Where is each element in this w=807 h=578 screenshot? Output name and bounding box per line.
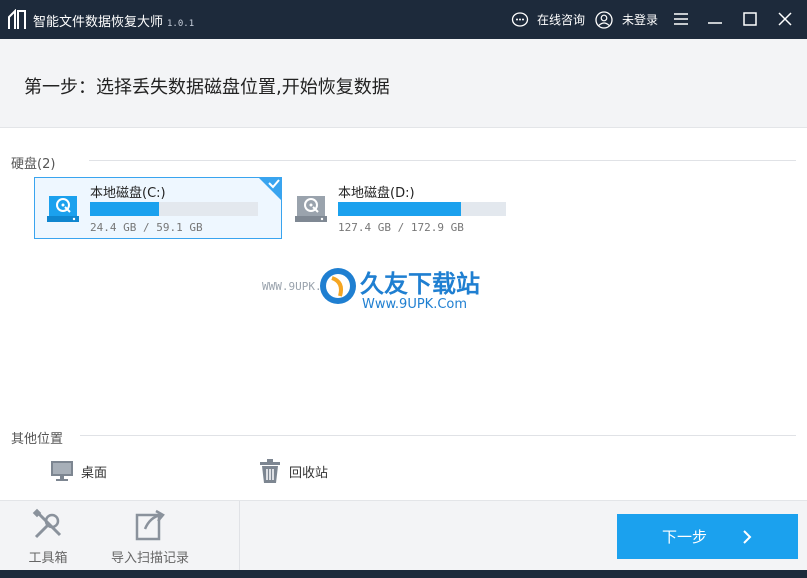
disk-usage-fill [338,202,461,216]
footer-strip [0,570,807,578]
chevron-right-icon [743,529,752,544]
disk-usage-bar [90,202,258,216]
online-consult-label: 在线咨询 [537,13,586,27]
next-step-label: 下一步 [661,528,707,546]
next-step-button[interactable]: 下一步 [617,514,798,559]
selected-check-icon [258,177,282,201]
wrench-screwdriver-icon [32,508,62,539]
disk-card-c[interactable]: 本地磁盘(C:) 24.4 GB / 59.1 GB [34,177,282,239]
bottom-bar: 工具箱 导入扫描记录 下一步 [0,500,807,571]
disk-section-divider [89,160,796,161]
title-bar: 智能文件数据恢复大师 1.0.1 在线咨询 未登录 [0,0,807,39]
app-logo-icon [8,9,26,29]
import-export-icon [135,509,165,541]
hard-drive-icon [295,196,327,222]
app-title-text: 智能文件数据恢复大师 [33,15,164,30]
disk-name: 本地磁盘(D:) [338,186,415,201]
watermark-url: Www.9UPK.Com [362,297,468,312]
step-header: 第一步：选择丢失数据磁盘位置,开始恢复数据 [0,39,807,128]
import-scan-record-button[interactable]: 导入扫描记录 [105,507,195,567]
disk-size: 127.4 GB / 172.9 GB [338,221,464,234]
hard-drive-icon [47,196,79,222]
import-scan-record-label: 导入扫描记录 [110,551,189,566]
close-icon[interactable] [775,9,795,29]
bottom-divider [239,501,240,571]
toolbox-button[interactable]: 工具箱 [3,507,93,567]
minimize-icon[interactable] [705,9,725,29]
watermark-brand: 久友下载站 [360,270,480,298]
monitor-icon [51,461,73,481]
user-icon [595,10,613,29]
watermark: WWW.9UPK.COM 久友下载站 Www.9UPK.Com [262,262,502,324]
login-button[interactable]: 未登录 [595,0,658,39]
disk-name: 本地磁盘(C:) [90,186,166,201]
globe-logo-icon [320,268,356,304]
login-label: 未登录 [622,13,659,27]
online-consult-button[interactable]: 在线咨询 [511,0,585,39]
toolbox-label: 工具箱 [28,551,68,566]
trash-icon [260,459,280,483]
maximize-icon[interactable] [740,9,760,29]
disk-usage-bar [338,202,506,216]
disk-card-d[interactable]: 本地磁盘(D:) 127.4 GB / 172.9 GB [282,177,530,239]
other-section-label: 其他位置 [11,432,64,447]
disk-usage-fill [90,202,159,216]
menu-icon[interactable] [671,9,691,29]
app-title: 智能文件数据恢复大师 1.0.1 [33,11,194,30]
chat-bubble-icon [511,11,529,27]
app-version: 1.0.1 [167,19,195,29]
location-recycle-bin[interactable]: 回收站 [257,456,328,486]
disk-section-label: 硬盘(2) [11,157,56,172]
location-label: 桌面 [81,465,108,481]
step-title: 第一步：选择丢失数据磁盘位置,开始恢复数据 [24,77,390,98]
location-desktop[interactable]: 桌面 [49,456,107,486]
location-label: 回收站 [289,465,329,481]
disk-size: 24.4 GB / 59.1 GB [90,221,203,234]
other-section-divider [80,435,796,436]
